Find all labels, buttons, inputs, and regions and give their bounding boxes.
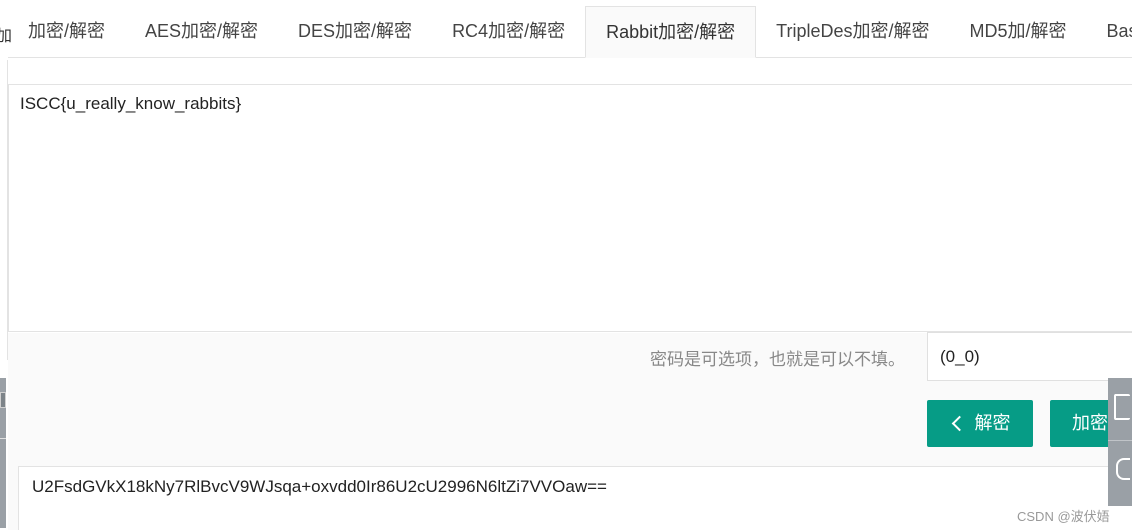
password-input[interactable]: (0_0)	[927, 332, 1132, 381]
tab-rabbit[interactable]: Rabbit加密/解密	[585, 6, 757, 58]
encrypt-button-label: 加密	[1072, 413, 1108, 433]
tab-md5[interactable]: MD5加/解密	[949, 6, 1086, 57]
decrypt-button[interactable]: 解密	[927, 400, 1033, 447]
tab-rc4[interactable]: RC4加密/解密	[432, 6, 585, 57]
floating-toolbar	[1108, 378, 1132, 506]
tab-encrypt-decrypt[interactable]: 加密/解密	[8, 6, 125, 57]
tab-des[interactable]: DES加密/解密	[278, 6, 432, 57]
chevron-left-icon	[951, 415, 967, 432]
ciphertext-output[interactable]: U2FsdGVkX18kNy7RlBvcV9WJsqa+oxvdd0Ir86U2…	[18, 466, 1132, 530]
tab-aes[interactable]: AES加密/解密	[125, 6, 278, 57]
decrypt-button-label: 解密	[974, 413, 1011, 433]
left-tool-icon[interactable]	[0, 392, 6, 408]
support-icon[interactable]	[1116, 458, 1130, 480]
left-side-toolbar	[0, 378, 6, 528]
plaintext-input[interactable]: ISCC{u_really_know_rabbits}	[8, 84, 1132, 332]
feedback-icon[interactable]	[1114, 394, 1130, 420]
tab-tripledes[interactable]: TripleDes加密/解密	[756, 6, 949, 57]
password-hint: 密码是可选项，也就是可以不填。	[650, 350, 905, 369]
left-edge: 加	[0, 0, 12, 530]
csdn-watermark: CSDN @波伏娪	[1017, 509, 1110, 524]
tab-base64[interactable]: Base64加	[1087, 6, 1132, 57]
tab-bar: 加密/解密 AES加密/解密 DES加密/解密 RC4加密/解密 Rabbit加…	[8, 6, 1132, 58]
